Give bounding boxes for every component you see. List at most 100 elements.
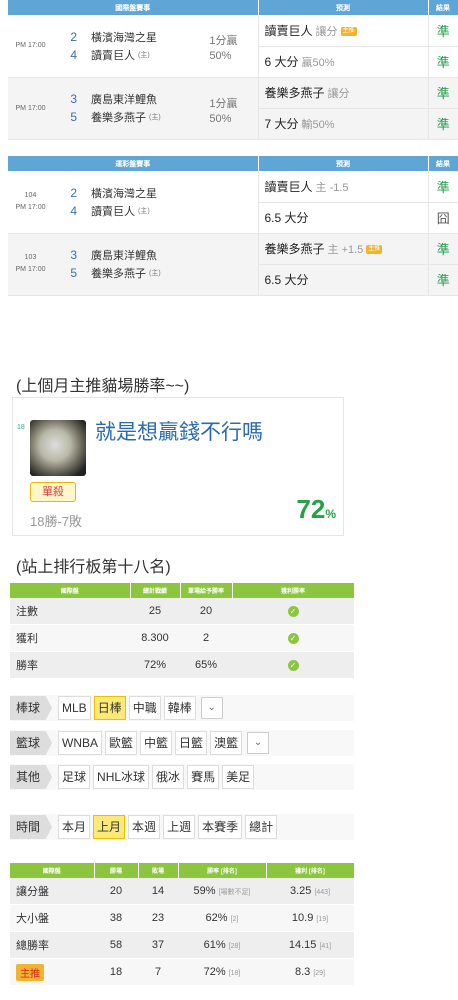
result: 囧 bbox=[427, 202, 458, 234]
score: 1分贏 50% bbox=[209, 35, 238, 62]
losses: 14 bbox=[138, 878, 178, 905]
tipster-card[interactable]: 18 就是想贏錢不行嗎 單殺 18勝-7敗 72% bbox=[12, 397, 344, 536]
result: 準 bbox=[427, 46, 458, 78]
rate: 59% [場數不足] bbox=[178, 878, 266, 905]
team-num: 4 bbox=[70, 203, 77, 218]
prediction: 6.5 大分 bbox=[257, 264, 428, 296]
team-link[interactable]: 養樂多燕子 bbox=[91, 265, 146, 281]
filter-baseball: 棒球 MLB 日棒 中職 韓棒 ⌄ bbox=[10, 695, 354, 721]
team-link[interactable]: 橫濱海灣之星 bbox=[91, 29, 157, 45]
intl-header-pred: 預測 bbox=[258, 0, 429, 15]
team-num: 4 bbox=[70, 47, 77, 62]
home-tag: (主) bbox=[138, 207, 150, 215]
intl-header-game: 國際盤賽事 bbox=[8, 0, 259, 15]
filter-mlb[interactable]: MLB bbox=[58, 696, 91, 720]
profit: 3.25 [443] bbox=[266, 878, 354, 905]
wins: 18 bbox=[94, 958, 138, 986]
stat-value: 72% bbox=[130, 651, 180, 679]
intl-predictions: 國際盤賽事 預測 結果 PM 17:00 2 橫濱海灣之星 4 讀賣巨人 (主) 1分… bbox=[8, 0, 458, 140]
filter-last-month[interactable]: 上月 bbox=[93, 815, 126, 839]
team-link[interactable]: 廣島東洋鯉魚 bbox=[91, 247, 157, 263]
filter-soccer[interactable]: 足球 bbox=[58, 765, 91, 789]
rate: 61% [28] bbox=[178, 931, 266, 959]
team-link[interactable]: 讀賣巨人 bbox=[91, 47, 135, 63]
summary-label: 讓分盤 bbox=[10, 878, 94, 905]
filter-season[interactable]: 本賽季 bbox=[198, 815, 243, 839]
team-link[interactable]: 養樂多燕子 bbox=[91, 109, 146, 125]
rate: 62% [2] bbox=[178, 904, 266, 932]
rank-number: 18 bbox=[17, 424, 25, 431]
team-num: 3 bbox=[70, 92, 77, 106]
filter-nfl[interactable]: 美足 bbox=[222, 765, 255, 789]
losses: 23 bbox=[138, 904, 178, 932]
check-icon: ✓ bbox=[287, 633, 299, 644]
prediction: 7 大分 輸50% bbox=[257, 108, 428, 140]
filter-cpbl[interactable]: 中職 bbox=[128, 696, 161, 720]
stat-value: 2 bbox=[180, 624, 232, 652]
wins: 58 bbox=[94, 931, 138, 959]
team-link[interactable]: 讀賣巨人 bbox=[91, 203, 135, 219]
result: 準 bbox=[427, 108, 458, 140]
stats-header: 獲利勝率 bbox=[232, 583, 355, 598]
team-link[interactable]: 廣島東洋鯉魚 bbox=[91, 91, 157, 107]
summary-header: 敗場 bbox=[138, 863, 179, 878]
main-pick-tag: 主推 bbox=[340, 27, 357, 37]
filter-horse[interactable]: 賽馬 bbox=[187, 765, 220, 789]
check-icon: ✓ bbox=[287, 660, 299, 671]
win-loss-record: 18勝-7敗 bbox=[30, 514, 83, 529]
result: 準 bbox=[427, 233, 458, 265]
filter-total[interactable]: 總計 bbox=[245, 815, 278, 839]
filter-aus[interactable]: 澳籃 bbox=[210, 731, 243, 755]
rate: 72% [18] bbox=[178, 958, 266, 986]
filter-this-week[interactable]: 本週 bbox=[128, 815, 161, 839]
prediction: 養樂多燕子 讓分 bbox=[257, 77, 428, 109]
avatar[interactable] bbox=[30, 420, 86, 476]
summary-header: 勝場 bbox=[94, 863, 139, 878]
prediction: 讀賣巨人主 -1.5 bbox=[257, 171, 428, 203]
summary-label: 大小盤 bbox=[10, 904, 94, 932]
tipster-name[interactable]: 就是想贏錢不行嗎 bbox=[95, 416, 263, 446]
result: 準 bbox=[427, 171, 458, 203]
stats-header: 單場給予勝率 bbox=[180, 583, 233, 598]
filter-time: 時間 本月 上月 本週 上週 本賽季 總計 bbox=[10, 814, 354, 840]
wins: 38 bbox=[94, 904, 138, 932]
result: 準 bbox=[427, 15, 458, 47]
result: 準 bbox=[427, 264, 458, 296]
stat-value: 65% bbox=[180, 651, 232, 679]
team-link[interactable]: 橫濱海灣之星 bbox=[91, 185, 157, 201]
losses: 7 bbox=[138, 958, 178, 986]
filter-this-month[interactable]: 本月 bbox=[58, 815, 91, 839]
filter-npb[interactable]: 日棒 bbox=[93, 696, 126, 720]
prediction: 讀賣巨人 讓分 主推 bbox=[257, 15, 428, 47]
filter-cba[interactable]: 中籃 bbox=[140, 731, 173, 755]
result: 準 bbox=[427, 77, 458, 109]
team-num: 2 bbox=[70, 185, 77, 200]
team-num: 2 bbox=[70, 29, 77, 44]
filter-kbo[interactable]: 韓棒 bbox=[163, 696, 196, 720]
team-num: 3 bbox=[70, 248, 77, 262]
game-number: 103 PM 17:00 bbox=[8, 233, 53, 296]
win-rate: 72% bbox=[296, 494, 336, 524]
game-teams: 2 橫濱海灣之星 4 讀賣巨人 (主) 1分贏 50% bbox=[53, 15, 258, 78]
filter-wnba[interactable]: WNBA bbox=[58, 731, 103, 755]
stats-table: 國際盤 總計戰績 單場給予勝率 獲利勝率 注數 25 20 ✓ 獲利 8.300 2 ✓ 勝… bbox=[10, 583, 355, 679]
last-month-title: (上個月主推貓場勝率~~) bbox=[16, 378, 190, 395]
filter-jpn[interactable]: 日籃 bbox=[175, 731, 208, 755]
summary-header: 國際盤 bbox=[10, 863, 95, 878]
stat-value: 8.300 bbox=[130, 624, 180, 652]
game-time: PM 17:00 bbox=[8, 77, 53, 140]
summary-header: 獲利 [排名] bbox=[266, 863, 355, 878]
chevron-down-icon[interactable]: ⌄ bbox=[247, 732, 270, 754]
filter-nhl[interactable]: NHL冰球 bbox=[93, 765, 150, 789]
home-tag: (主) bbox=[138, 51, 150, 59]
filter-basketball: 籃球 WNBA 歐籃 中籃 日籃 澳籃 ⌄ bbox=[10, 730, 354, 756]
filter-label: 時間 bbox=[10, 815, 53, 839]
prediction: 6 大分 贏50% bbox=[257, 46, 428, 78]
filter-euro[interactable]: 歐籃 bbox=[105, 731, 138, 755]
stat-label: 注數 bbox=[10, 598, 130, 625]
profit: 14.15 [41] bbox=[266, 931, 354, 959]
chevron-down-icon[interactable]: ⌄ bbox=[200, 697, 223, 719]
filter-last-week[interactable]: 上週 bbox=[163, 815, 196, 839]
lottery-header-pred: 預測 bbox=[258, 156, 429, 171]
filter-khl[interactable]: 俄冰 bbox=[152, 765, 185, 789]
